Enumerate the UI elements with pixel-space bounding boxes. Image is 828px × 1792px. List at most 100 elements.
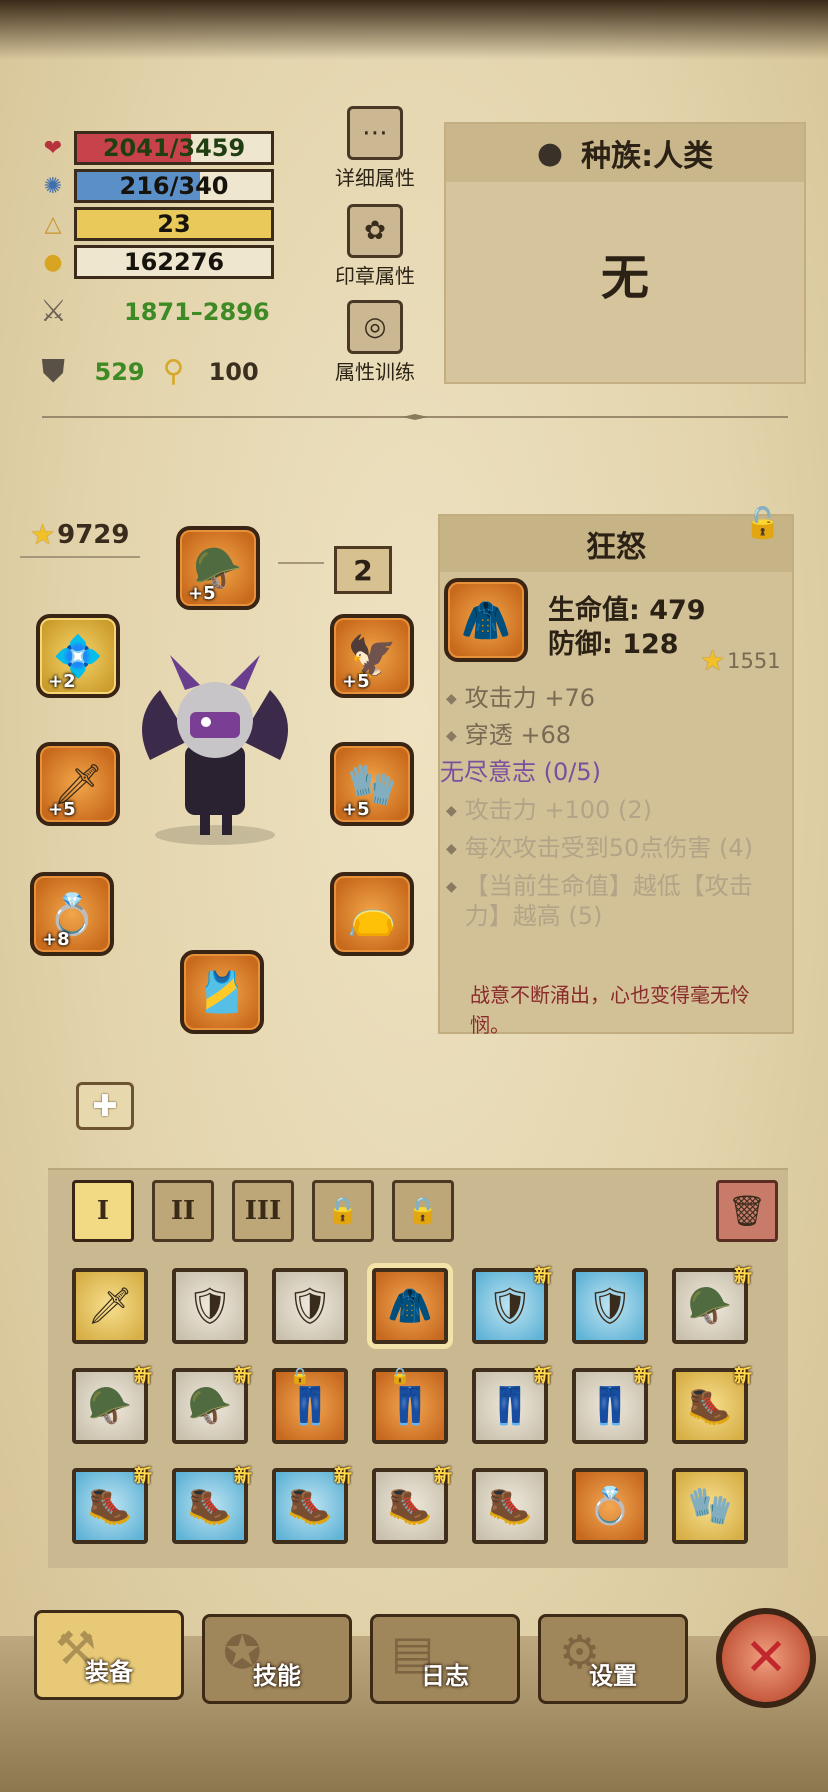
tab-page-locked[interactable]: 🔒 bbox=[312, 1180, 374, 1242]
attack-stat: ⚔ 1871–2896 bbox=[40, 294, 270, 329]
new-badge: 新 bbox=[734, 1366, 752, 1387]
inventory-item[interactable]: 👖 新 bbox=[572, 1366, 652, 1444]
attribute-training-button[interactable]: ◎ 属性训练 bbox=[330, 300, 420, 385]
slot-belt[interactable]: 👝 bbox=[330, 872, 414, 956]
level-triangle-icon: △ bbox=[44, 211, 62, 237]
inventory-item[interactable]: 🥾 新 bbox=[672, 1366, 752, 1444]
item-icon: 🥾 bbox=[287, 1486, 333, 1527]
item-score: ★ 1551 bbox=[700, 644, 781, 677]
inventory-item[interactable]: 🪖 新 bbox=[72, 1366, 152, 1444]
defense-value: 529 bbox=[94, 357, 145, 386]
slot-ring[interactable]: 💍 +8 bbox=[30, 872, 114, 956]
slot-level: +5 bbox=[342, 671, 370, 692]
luck-value: 100 bbox=[208, 357, 259, 386]
nav-skill-button[interactable]: ✪ 技能 bbox=[202, 1614, 352, 1704]
mp-bar: 216/340 bbox=[74, 169, 274, 203]
armor-icon: 🧥 bbox=[461, 597, 511, 644]
flower-seal-icon: ✿ bbox=[347, 204, 403, 258]
hero-character bbox=[142, 655, 288, 845]
target-icon: ◎ bbox=[347, 300, 403, 354]
inventory-item[interactable]: 🧤 bbox=[672, 1468, 748, 1544]
unlock-icon[interactable]: 🔓 bbox=[744, 506, 781, 541]
race-title: 种族:人类 bbox=[581, 139, 714, 174]
inventory-item[interactable]: 💍 bbox=[572, 1468, 648, 1544]
slot-level: +2 bbox=[48, 671, 76, 692]
tab-page-3[interactable]: III bbox=[232, 1180, 294, 1242]
slot-sword[interactable]: 🗡 +5 bbox=[36, 742, 120, 826]
item-icon: 🛡 bbox=[287, 1286, 333, 1327]
luck-icon: ⚲ bbox=[162, 354, 185, 389]
item-icon: 💍 bbox=[587, 1486, 633, 1527]
inventory-item[interactable]: 👖 🔒 bbox=[272, 1366, 348, 1444]
item-icon: 🪖 bbox=[187, 1386, 233, 1427]
item-icon: 👖 bbox=[487, 1386, 533, 1427]
set-bonus-text: 攻击力 +100 (2) bbox=[464, 796, 652, 824]
slot-armor[interactable]: 🎽 bbox=[180, 950, 264, 1034]
equipment-count-box[interactable]: 2 bbox=[334, 546, 392, 594]
item-icon: 🥾 bbox=[387, 1486, 433, 1527]
inventory-item[interactable]: 👖 新 bbox=[472, 1366, 552, 1444]
level-bar: 23 bbox=[74, 207, 274, 241]
inventory-item[interactable]: 🛡 新 bbox=[472, 1266, 552, 1344]
inventory-item[interactable]: 🛡 bbox=[572, 1268, 648, 1344]
new-badge: 新 bbox=[734, 1266, 752, 1287]
inventory-item[interactable]: 🥾 新 bbox=[172, 1466, 252, 1544]
seal-attributes-button[interactable]: ✿ 印章属性 bbox=[330, 204, 420, 289]
inventory-item[interactable]: 🪖 新 bbox=[672, 1266, 752, 1344]
inventory-item[interactable]: 🥾 bbox=[472, 1468, 548, 1544]
item-icon: 🥾 bbox=[187, 1486, 233, 1527]
slot-gauntlet[interactable]: 🧤 +5 bbox=[330, 742, 414, 826]
inventory-item[interactable]: 👖 🔒 bbox=[372, 1366, 448, 1444]
lock-icon: 🔒 bbox=[326, 1196, 360, 1226]
trash-button[interactable]: 🗑 bbox=[716, 1180, 778, 1242]
tab-page-1[interactable]: I bbox=[72, 1180, 134, 1242]
lock-icon: 🔒 bbox=[406, 1196, 440, 1226]
inventory-item[interactable]: 🗡 bbox=[72, 1268, 148, 1344]
nav-log-button[interactable]: ▤ 日志 bbox=[370, 1614, 520, 1704]
set-bonus-text: 每次攻击受到50点伤害 (4) bbox=[464, 834, 753, 862]
mp-text: 216/340 bbox=[119, 172, 229, 200]
crossed-swords-icon: ⚔ bbox=[40, 294, 67, 329]
inventory-item[interactable]: 🛡 bbox=[272, 1268, 348, 1344]
slot-amulet[interactable]: 💠 +2 bbox=[36, 614, 120, 698]
gold-coins-icon: ● bbox=[43, 249, 63, 275]
close-button[interactable]: ✕ bbox=[716, 1608, 816, 1708]
set-title: 无尽意志 (0/5) bbox=[440, 758, 601, 786]
item-icon: 🥾 bbox=[487, 1486, 533, 1527]
hp-bar: 2041/3459 bbox=[74, 131, 274, 165]
dots-icon: ⋯ bbox=[347, 106, 403, 160]
new-badge: 新 bbox=[634, 1366, 652, 1387]
item-icon: 🛡 bbox=[187, 1286, 233, 1327]
inventory-item[interactable]: 🥾 新 bbox=[272, 1466, 352, 1544]
race-panel: ● 种族:人类 无 bbox=[444, 122, 806, 384]
inventory-item[interactable]: 🧥 bbox=[372, 1268, 448, 1344]
inventory-item[interactable]: 🥾 新 bbox=[72, 1466, 152, 1544]
diamond-bullet-icon: ◆ bbox=[446, 691, 457, 707]
add-button[interactable]: ✚ bbox=[76, 1082, 134, 1130]
axe-icon: ⚒ bbox=[55, 1621, 97, 1675]
item-preview: 🧥 bbox=[444, 578, 528, 662]
item-attribute: ◆ 攻击力 +76 bbox=[446, 683, 782, 714]
nav-equip-button[interactable]: ⚒ 装备 bbox=[34, 1610, 184, 1700]
new-badge: 新 bbox=[134, 1366, 152, 1387]
divider bbox=[42, 414, 788, 420]
equipment-count: 2 bbox=[353, 553, 373, 587]
detail-attributes-button[interactable]: ⋯ 详细属性 bbox=[330, 106, 420, 191]
item-icon: 🛡 bbox=[587, 1286, 633, 1327]
race-header: ● 种族:人类 bbox=[446, 124, 804, 182]
inventory-item[interactable]: 🛡 bbox=[172, 1268, 248, 1344]
inventory-item[interactable]: 🥾 新 bbox=[372, 1466, 452, 1544]
item-icon: 🥾 bbox=[687, 1386, 733, 1427]
tab-page-locked[interactable]: 🔒 bbox=[392, 1180, 454, 1242]
slot-claw[interactable]: 🦅 +5 bbox=[330, 614, 414, 698]
slot-helmet[interactable]: 🪖 +5 bbox=[176, 526, 260, 610]
slot-level: +5 bbox=[188, 583, 216, 604]
seal-attributes-label: 印章属性 bbox=[335, 264, 415, 288]
item-icon: 🥾 bbox=[87, 1486, 133, 1527]
nav-settings-button[interactable]: ⚙ 设置 bbox=[538, 1614, 688, 1704]
hp-text: 2041/3459 bbox=[102, 134, 246, 162]
tab-page-2[interactable]: II bbox=[152, 1180, 214, 1242]
slot-level: +5 bbox=[48, 799, 76, 820]
item-icon: 👖 bbox=[287, 1386, 333, 1427]
inventory-item[interactable]: 🪖 新 bbox=[172, 1366, 252, 1444]
